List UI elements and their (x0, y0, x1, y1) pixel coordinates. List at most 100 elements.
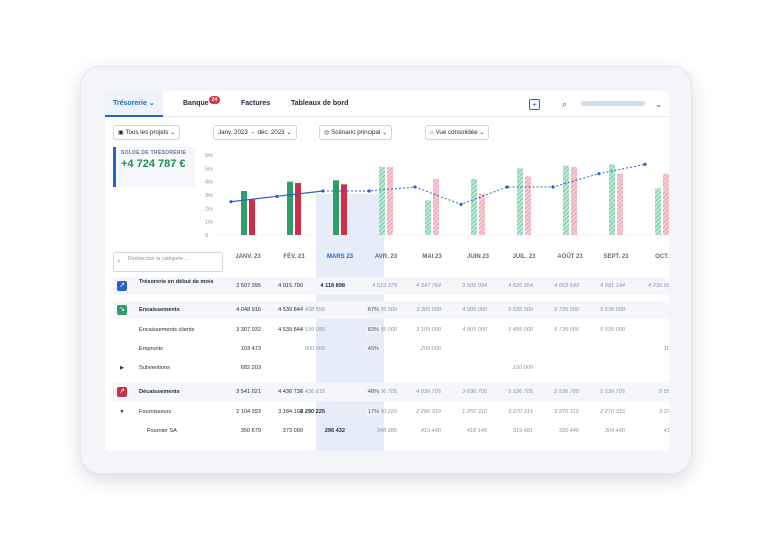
bar-decaissements[interactable] (341, 184, 347, 235)
tab-banque[interactable]: Banque 24 (183, 91, 221, 117)
table-cell[interactable]: 419 (664, 428, 669, 434)
month-label[interactable]: MAI 23 (409, 254, 455, 260)
table-cell[interactable]: 3 636 705 (462, 389, 487, 395)
balance-point[interactable] (229, 200, 233, 204)
table-cell[interactable]: 4 905 000 (462, 307, 487, 313)
table-cell[interactable]: 3 509 094 (462, 283, 487, 289)
table-row[interactable]: ▼ Fournisseurs 2 104 393 3 184 168 2 290 225… (113, 403, 669, 421)
table-cell[interactable]: 200 000 (421, 346, 441, 352)
table-cell[interactable]: 2 104 393 (236, 409, 261, 415)
bar-encaissements[interactable] (241, 191, 247, 235)
bar-decaissements[interactable] (433, 179, 439, 235)
table-cell[interactable]: 304 440 (605, 428, 625, 434)
bar-encaissements[interactable] (471, 179, 477, 235)
scenario-filter[interactable]: ◎ Scénario principal ⌄ (319, 125, 393, 140)
category-search-input[interactable]: ⌕ Rechercher la catégorie ... (113, 252, 223, 272)
view-filter[interactable]: ⌂ Vue consolidée ⌄ (425, 125, 490, 140)
table-cell[interactable]: 5 536 705 (508, 389, 533, 395)
table-cell[interactable]: 2 270 315 (600, 409, 625, 415)
bar-encaissements[interactable] (333, 180, 339, 235)
table-cell[interactable]: 350 679 (241, 428, 261, 434)
chevron-down-icon[interactable]: ⌄ (653, 99, 664, 110)
month-label[interactable]: JUIL. 23 (501, 254, 547, 260)
search-icon[interactable]: ⌕ (559, 99, 570, 110)
table-cell[interactable]: 4 036 705 (416, 389, 441, 395)
projects-filter[interactable]: ▣ Tous les projets ⌄ (113, 125, 181, 140)
bar-decaissements[interactable] (249, 199, 255, 235)
table-cell[interactable]: 4 663 649 (554, 283, 579, 289)
balance-point[interactable] (643, 162, 647, 166)
table-cell[interactable]: 4 905 000 (462, 327, 487, 333)
bar-encaissements[interactable] (609, 164, 615, 235)
table-row[interactable]: ↘ Encaissements 4 048 916 4 539 844 4 438 55… (113, 301, 669, 319)
add-square-icon[interactable]: + (529, 99, 540, 110)
bar-encaissements[interactable] (655, 188, 661, 235)
balance-point[interactable] (275, 194, 279, 198)
period-filter[interactable]: Janv. 2023 → déc. 2023 ⌄ (213, 125, 297, 140)
month-label[interactable]: SEPT. 23 (593, 254, 639, 260)
table-cell[interactable]: 4 519 379 (372, 283, 397, 289)
month-label[interactable]: JANV. 23 (225, 254, 271, 260)
table-cell[interactable]: 4 235 999 (648, 283, 669, 289)
table-row[interactable]: ↗ Trésorerie en début de mois 3 507 395 4 0… (113, 277, 669, 295)
balance-point[interactable] (551, 185, 555, 189)
month-label[interactable]: OCT. (639, 254, 669, 260)
balance-point[interactable] (505, 185, 509, 189)
table-row[interactable]: Fournier SA 350 679 373 099 296 432 348 385 4… (113, 422, 669, 440)
table-cell[interactable]: 4 438 556 (300, 307, 325, 313)
bar-decaissements[interactable] (571, 167, 577, 235)
bar-encaissements[interactable] (379, 167, 385, 235)
bar-encaissements[interactable] (425, 200, 431, 235)
table-cell[interactable]: 3 270 315 (554, 409, 579, 415)
table-cell[interactable]: 682 203 (241, 365, 261, 371)
table-cell[interactable]: 4 436 615 (300, 389, 325, 395)
month-label[interactable]: JUIN 23 (455, 254, 501, 260)
table-cell[interactable]: 3 507 395 (236, 283, 261, 289)
balance-point[interactable] (321, 189, 325, 193)
table-cell[interactable]: 418 145 (467, 428, 487, 434)
table-row[interactable]: Encaissements clients 3 307 032 4 539 844 3… (113, 321, 669, 339)
table-cell[interactable]: 103 473 (241, 346, 261, 352)
table-row[interactable]: ▶ Subventions 682 203 150 000 (113, 359, 669, 377)
bar-encaissements[interactable] (287, 181, 293, 235)
table-cell[interactable]: 3 105 000 (416, 327, 441, 333)
table-cell[interactable]: 5 735 000 (554, 327, 579, 333)
bar-encaissements[interactable] (563, 165, 569, 235)
balance-point[interactable] (459, 202, 463, 206)
table-cell[interactable]: 2 286 319 (416, 409, 441, 415)
bar-decaissements[interactable] (663, 173, 669, 235)
table-cell[interactable]: 5 485 000 (508, 327, 533, 333)
tab-tresorerie[interactable]: Trésorerie ⌄ (105, 91, 163, 117)
month-label[interactable]: AVR. 23 (363, 254, 409, 260)
balance-point[interactable] (597, 172, 601, 176)
caret-down-icon[interactable]: ▼ (117, 407, 127, 417)
table-cell[interactable]: 373 099 (283, 428, 303, 434)
bar-decaissements[interactable] (617, 173, 623, 235)
table-cell[interactable]: 4 981 144 (600, 283, 625, 289)
caret-right-icon[interactable]: ▶ (117, 363, 127, 373)
table-cell[interactable]: 3 305 000 (416, 307, 441, 313)
table-cell[interactable]: 348 385 (377, 428, 397, 434)
table-cell[interactable]: 5 536 705 (554, 389, 579, 395)
table-cell[interactable]: 900 000 (305, 346, 325, 352)
tab-factures[interactable]: Factures (241, 91, 270, 117)
month-label[interactable]: AOÛT 23 (547, 254, 593, 260)
table-cell[interactable]: 3 270 315 (508, 409, 533, 415)
table-cell[interactable]: 150 000 (513, 365, 533, 371)
table-cell[interactable]: 4 626 354 (508, 283, 533, 289)
table-cell[interactable]: 5 635 000 (600, 327, 625, 333)
tab-tableaux-de-bord[interactable]: Tableaux de bord (291, 91, 348, 117)
bar-encaissements[interactable] (517, 168, 523, 235)
table-row[interactable]: Emprunts 103 473 900 000 200 000 100 45% (113, 340, 669, 358)
table-cell[interactable]: 3 539 095 (300, 327, 325, 333)
table-cell[interactable]: 4 015 790 (278, 283, 303, 289)
table-cell[interactable]: 335 440 (559, 428, 579, 434)
table-cell[interactable]: 419 440 (421, 428, 441, 434)
month-label[interactable]: FÉV. 23 (271, 254, 317, 260)
bar-decaissements[interactable] (295, 183, 301, 235)
bar-decaissements[interactable] (387, 167, 393, 235)
balance-point[interactable] (367, 189, 371, 193)
table-row[interactable]: ↗ Décaissements 3 541 021 4 436 736 4 436 61… (113, 383, 669, 401)
table-cell[interactable]: 5 556 (659, 389, 669, 395)
table-cell[interactable]: 5 735 000 (554, 307, 579, 313)
